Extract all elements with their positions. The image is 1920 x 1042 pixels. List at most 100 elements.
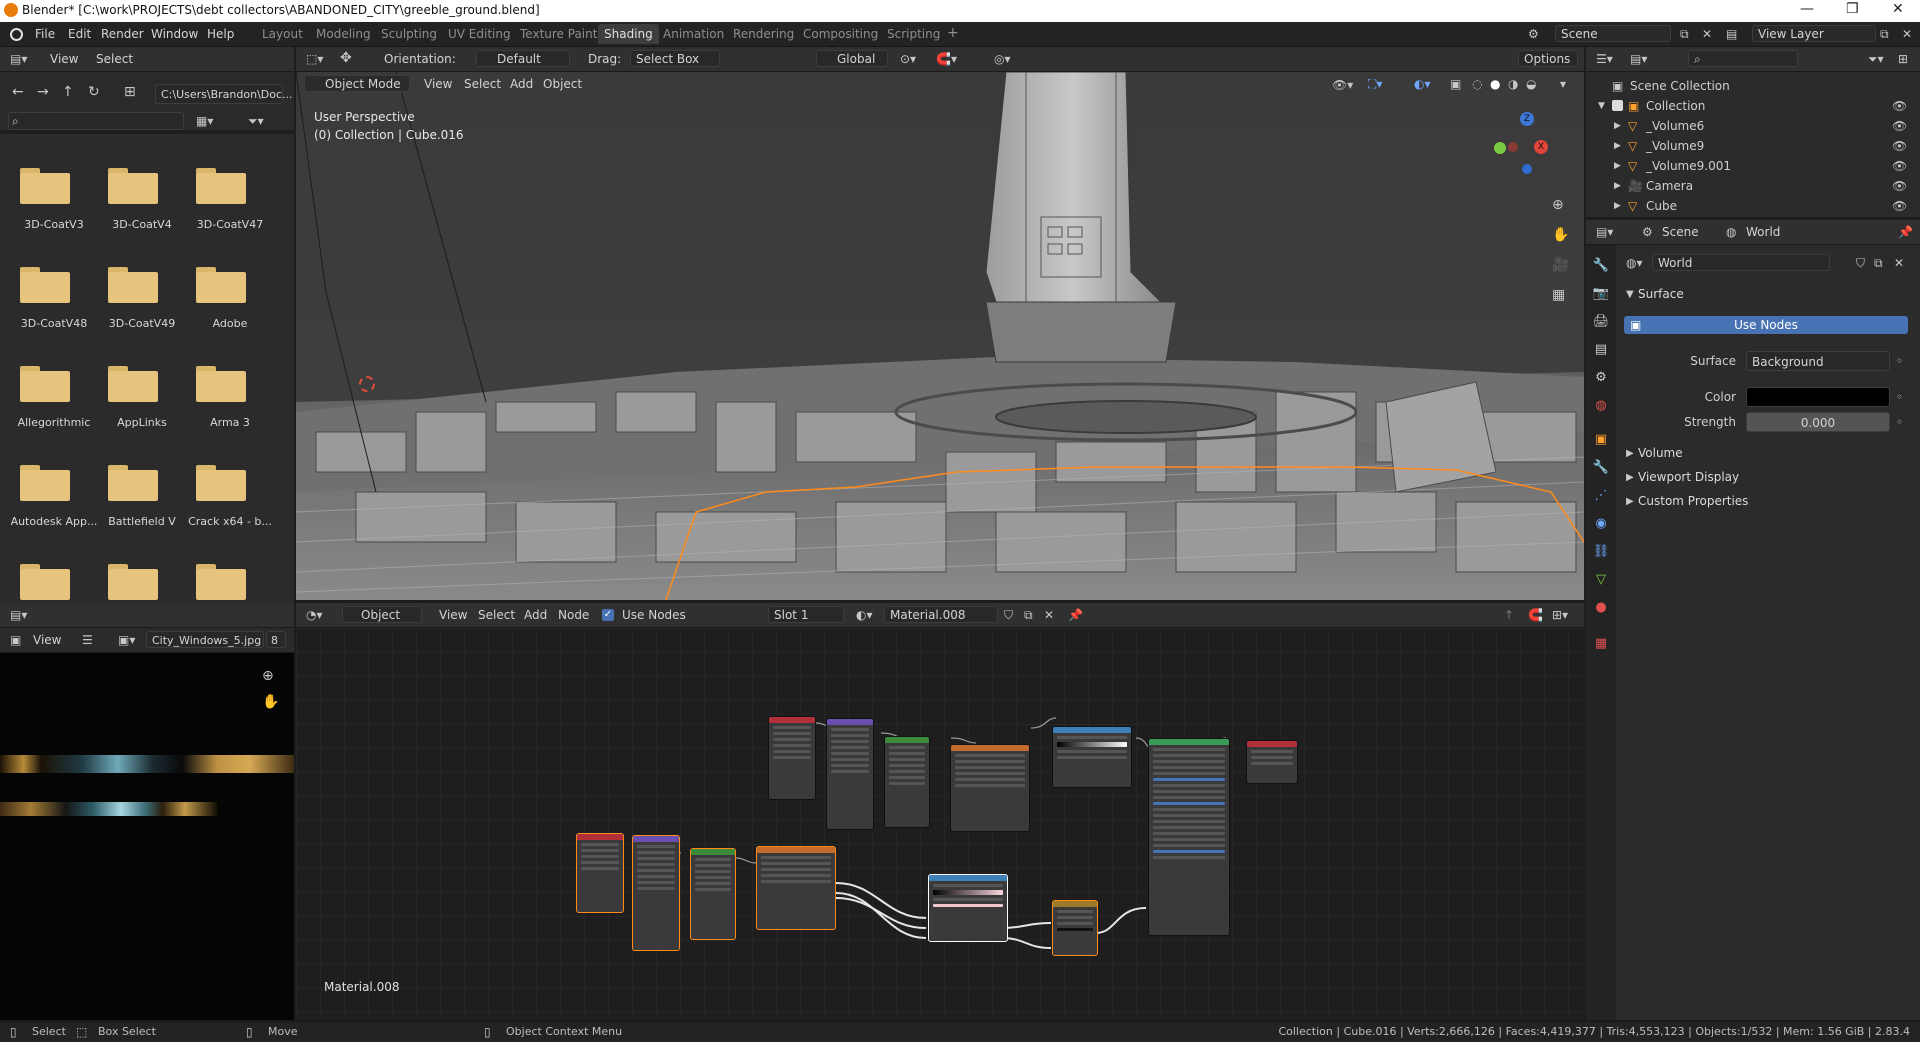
constraints-tab-icon[interactable]: ⛓ bbox=[1592, 543, 1610, 561]
gizmo-z-axis[interactable]: Z bbox=[1520, 112, 1534, 126]
image-browse-icon[interactable]: ▣▾ bbox=[118, 633, 135, 647]
visibility-eye-icon[interactable]: 👁 bbox=[1892, 119, 1907, 133]
tab-compositing[interactable]: Compositing bbox=[803, 27, 878, 41]
tab-sculpting[interactable]: Sculpting bbox=[381, 27, 437, 41]
pan-view-icon[interactable]: ✋ bbox=[1552, 228, 1569, 242]
orientation-dropdown[interactable]: Default bbox=[476, 50, 570, 67]
transform-move-icon[interactable]: ✥ bbox=[340, 51, 352, 65]
scene-tab-icon[interactable]: ⚙ bbox=[1592, 369, 1610, 387]
menu-help[interactable]: Help bbox=[207, 27, 234, 41]
breadcrumb-scene[interactable]: Scene bbox=[1662, 225, 1699, 239]
chevron-right-icon[interactable]: ▶ bbox=[1626, 471, 1634, 485]
outliner-item[interactable]: ▶ ▽ Cube 👁 bbox=[1586, 196, 1920, 216]
folder-item[interactable]: Battlefield V bbox=[98, 465, 186, 555]
node-menu-node[interactable]: Node bbox=[558, 608, 589, 622]
folder-item[interactable]: 3D-CoatV48 bbox=[10, 267, 98, 357]
pan-hand-icon[interactable]: ✋ bbox=[262, 695, 279, 709]
node-menu-view[interactable]: View bbox=[439, 608, 467, 622]
outliner-item[interactable]: ▶ ▽ _Volume6 👁 bbox=[1586, 116, 1920, 136]
new-view-layer-icon[interactable]: ⧉ bbox=[1880, 27, 1889, 41]
color-ramp-node-2[interactable] bbox=[928, 874, 1008, 942]
outliner-item[interactable]: ▶ 🎥 Camera 👁 bbox=[1586, 176, 1920, 196]
image-texture-node[interactable] bbox=[950, 744, 1030, 832]
unlink-world-icon[interactable]: ✕ bbox=[1894, 256, 1904, 270]
node-editor-canvas[interactable]: Material.008 bbox=[296, 628, 1584, 1020]
object-mode-dropdown[interactable]: Object Mode bbox=[304, 75, 410, 92]
tab-scripting[interactable]: Scripting bbox=[887, 27, 940, 41]
image-preview[interactable]: ⊕ ✋ bbox=[0, 653, 294, 1020]
mapping-node[interactable] bbox=[826, 718, 874, 830]
close-button[interactable]: ✕ bbox=[1892, 1, 1904, 17]
visibility-eye-icon[interactable]: 👁 bbox=[1892, 99, 1907, 113]
gizmo-neg-x-axis[interactable] bbox=[1508, 142, 1518, 152]
view-layer-tab-icon[interactable]: ▤ bbox=[1592, 341, 1610, 359]
viewport-menu-select[interactable]: Select bbox=[464, 77, 501, 91]
gizmo-y-axis[interactable] bbox=[1494, 142, 1506, 154]
material-browse-icon[interactable]: ◐▾ bbox=[856, 608, 873, 622]
viewport-menu-view[interactable]: View bbox=[424, 77, 452, 91]
pivot-icon[interactable]: ⊙▾ bbox=[900, 52, 916, 66]
volume-section-header[interactable]: Volume bbox=[1638, 446, 1683, 460]
add-workspace-button[interactable]: + bbox=[947, 25, 959, 41]
filter-icon[interactable]: ⏷▾ bbox=[248, 114, 264, 128]
world-browse-icon[interactable]: ◍▾ bbox=[1626, 256, 1643, 270]
slot-dropdown[interactable]: Slot 1 bbox=[768, 606, 844, 623]
image-view-menu[interactable]: View bbox=[33, 633, 61, 647]
display-mode-icon[interactable]: ▦▾ bbox=[196, 114, 213, 128]
zoom-icon[interactable]: ⊕ bbox=[262, 669, 274, 683]
remove-scene-icon[interactable]: ✕ bbox=[1702, 27, 1712, 41]
custom-properties-section-header[interactable]: Custom Properties bbox=[1638, 494, 1748, 508]
texture-coordinate-node-2[interactable] bbox=[576, 833, 624, 913]
material-shading-icon[interactable]: ◑ bbox=[1508, 77, 1518, 91]
polygon-node[interactable] bbox=[884, 736, 930, 828]
expand-arrow-icon[interactable]: ▶ bbox=[1614, 199, 1621, 213]
folder-item[interactable]: Autodesk App... bbox=[10, 465, 98, 555]
pin-icon[interactable]: 📌 bbox=[1068, 608, 1083, 622]
data-tab-icon[interactable]: ▽ bbox=[1592, 571, 1610, 589]
forward-icon[interactable]: → bbox=[37, 85, 49, 99]
world-name-field[interactable]: World bbox=[1652, 254, 1830, 271]
shader-type-dropdown[interactable]: Object bbox=[342, 606, 422, 623]
blender-menu-icon[interactable] bbox=[10, 28, 23, 41]
visibility-icon[interactable]: 👁▾ bbox=[1332, 78, 1353, 92]
node-menu-select[interactable]: Select bbox=[478, 608, 515, 622]
camera-view-icon[interactable]: 🎥 bbox=[1552, 258, 1569, 272]
menu-hamburger-icon[interactable]: ☰ bbox=[82, 633, 93, 647]
new-scene-icon[interactable]: ⧉ bbox=[1680, 27, 1689, 41]
folder-item[interactable] bbox=[98, 564, 186, 604]
display-mode-icon[interactable]: ▤▾ bbox=[1630, 52, 1647, 66]
remove-view-layer-icon[interactable]: ✕ bbox=[1902, 27, 1912, 41]
ortho-toggle-icon[interactable]: ▦ bbox=[1552, 288, 1565, 302]
output-tab-icon[interactable]: 🖨 bbox=[1592, 313, 1610, 331]
outliner-item[interactable]: ▶ ▽ _Volume9.001 👁 bbox=[1586, 156, 1920, 176]
gizmo-x-axis[interactable]: X bbox=[1534, 140, 1548, 154]
tab-uv-editing[interactable]: UV Editing bbox=[448, 27, 511, 41]
expand-arrow-icon[interactable]: ▼ bbox=[1598, 99, 1605, 113]
viewport-menu-object[interactable]: Object bbox=[543, 77, 582, 91]
socket-dot-icon[interactable]: ◦ bbox=[1896, 390, 1903, 404]
menu-render[interactable]: Render bbox=[101, 27, 144, 41]
use-nodes-checkbox[interactable]: ✓ bbox=[602, 609, 614, 621]
shading-options-icon[interactable]: ▾ bbox=[1560, 77, 1566, 91]
principled-bsdf-node[interactable] bbox=[1148, 738, 1230, 936]
fake-user-icon[interactable]: ⛉ bbox=[1004, 608, 1013, 622]
viewport-menu-add[interactable]: Add bbox=[510, 77, 533, 91]
view-layer-selector[interactable]: View Layer bbox=[1752, 25, 1876, 42]
world-tab-icon[interactable]: ◍ bbox=[1592, 397, 1610, 415]
tool-tab-icon[interactable]: 🔧 bbox=[1592, 257, 1610, 275]
visibility-eye-icon[interactable]: 👁 bbox=[1892, 199, 1907, 213]
expand-arrow-icon[interactable]: ▶ bbox=[1614, 159, 1621, 173]
mix-node[interactable] bbox=[1052, 900, 1098, 956]
folder-item[interactable]: Adobe bbox=[186, 267, 274, 357]
proportional-edit-icon[interactable]: ◎▾ bbox=[994, 52, 1011, 66]
outliner-search-input[interactable] bbox=[1688, 50, 1798, 67]
filter-icon[interactable]: ⏷▾ bbox=[1868, 52, 1884, 66]
snap-icon[interactable]: 🧲▾ bbox=[936, 52, 957, 66]
transform-orientation-dropdown[interactable]: Global bbox=[816, 50, 888, 67]
polygon-node-2[interactable] bbox=[690, 848, 736, 940]
tab-rendering[interactable]: Rendering bbox=[733, 27, 794, 41]
expand-arrow-icon[interactable]: ▶ bbox=[1614, 179, 1621, 193]
parent-tree-icon[interactable]: ↑ bbox=[1504, 608, 1514, 622]
new-folder-icon[interactable]: ⊞ bbox=[124, 85, 136, 99]
color-ramp-node[interactable] bbox=[1052, 726, 1132, 788]
